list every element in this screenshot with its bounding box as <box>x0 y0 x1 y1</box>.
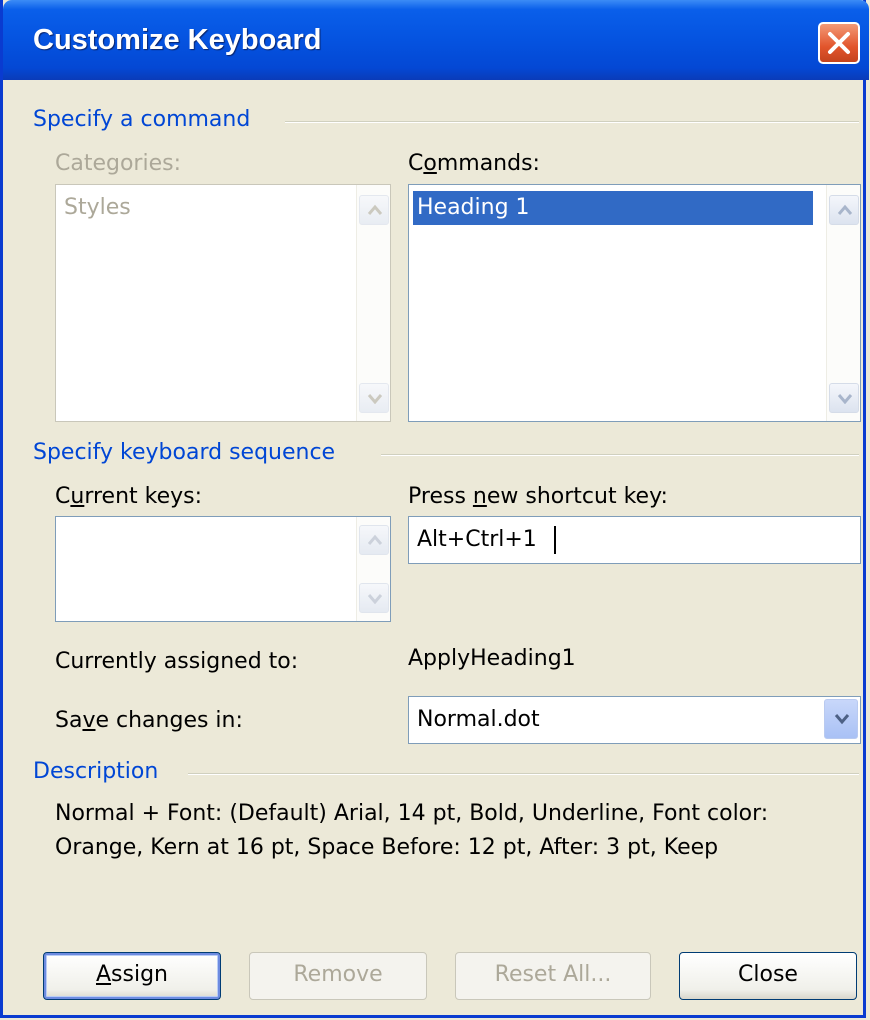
scroll-up-button <box>359 195 389 225</box>
current-keys-listbox[interactable] <box>55 516 391 622</box>
window-title: Customize Keyboard <box>33 24 322 56</box>
remove-button[interactable]: Remove <box>249 952 427 1000</box>
currently-assigned-value: ApplyHeading1 <box>408 646 576 671</box>
assign-button[interactable]: Assign <box>43 952 221 1000</box>
currently-assigned-label: Currently assigned to: <box>55 649 299 674</box>
chevron-down-icon[interactable] <box>824 699 858 739</box>
new-shortcut-input[interactable]: Alt+Ctrl+1 <box>408 516 861 564</box>
commands-listbox[interactable]: Heading 1 <box>408 184 861 422</box>
current-keys-scrollbar[interactable] <box>356 517 390 621</box>
divider <box>381 454 859 456</box>
scroll-down-button <box>359 383 389 413</box>
save-changes-label: Save changes in: <box>55 708 243 733</box>
description-group-label: Description <box>33 759 159 784</box>
commands-item-selected[interactable]: Heading 1 <box>413 191 813 225</box>
scroll-up-button[interactable] <box>359 525 389 555</box>
scroll-up-button[interactable] <box>829 195 859 225</box>
close-icon[interactable] <box>818 22 860 64</box>
title-bar[interactable]: Customize Keyboard <box>3 0 869 80</box>
description-text: Normal + Font: (Default) Arial, 14 pt, B… <box>55 801 769 860</box>
new-shortcut-label: Press new shortcut key: <box>408 484 668 509</box>
text-cursor <box>554 526 556 554</box>
customize-keyboard-dialog: Customize Keyboard Specify a command Cat… <box>0 0 869 1018</box>
divider <box>285 121 859 123</box>
scroll-down-button[interactable] <box>359 583 389 613</box>
commands-label: Commands: <box>408 151 540 176</box>
keyboard-sequence-group-label: Specify keyboard sequence <box>33 440 336 465</box>
current-keys-label: Current keys: <box>55 484 203 509</box>
save-changes-select[interactable]: Normal.dot <box>408 696 861 744</box>
categories-scrollbar <box>356 185 390 421</box>
commands-scrollbar[interactable] <box>826 185 860 421</box>
categories-listbox: Styles <box>55 184 391 422</box>
close-button[interactable]: Close <box>679 952 857 1000</box>
save-changes-value: Normal.dot <box>417 707 540 732</box>
divider <box>188 773 859 775</box>
reset-all-button[interactable]: Reset All... <box>455 952 651 1000</box>
new-shortcut-value: Alt+Ctrl+1 <box>417 527 537 552</box>
categories-label: Categories: <box>55 151 181 176</box>
categories-item: Styles <box>64 195 131 220</box>
scroll-down-button[interactable] <box>829 383 859 413</box>
specify-command-group-label: Specify a command <box>33 107 251 132</box>
